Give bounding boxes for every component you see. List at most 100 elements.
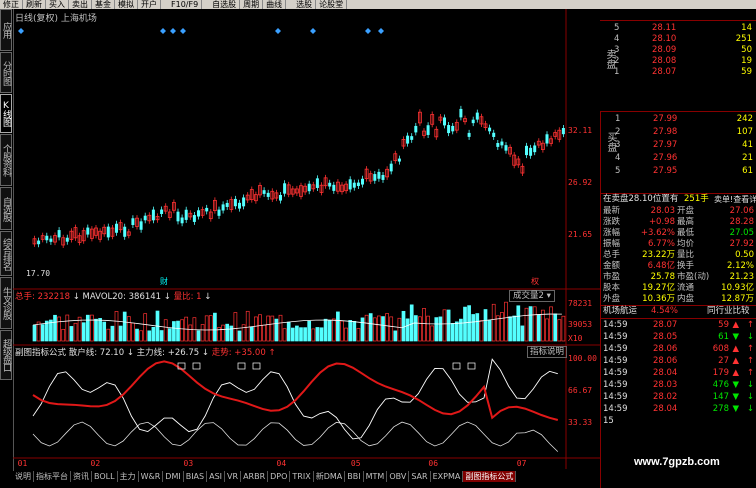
volume-bar [528, 306, 533, 342]
indicator-help-button[interactable]: 指标说明 [527, 346, 568, 358]
chevron-down-icon: ▾ [546, 291, 551, 301]
buy-book-title: 买盘 [605, 132, 616, 152]
toolbar-item-3[interactable]: 卖出 [69, 0, 92, 9]
info-mine-icon[interactable] [170, 28, 176, 34]
indicator-tab-bar: 说明 指标平台 资讯 BOLL 主力 W&R DMI BIAS ASI VR ARBR DPO TRIX… [13, 471, 600, 482]
sell-level[interactable]: 2 28.08 19 [600, 56, 756, 67]
indicator-tab-1[interactable]: 指标平台 [34, 471, 71, 482]
indicator-tab-17[interactable]: SAR [409, 471, 431, 482]
toolbar-item-0[interactable]: 修正 [0, 0, 23, 9]
indicator-tab-13[interactable]: 新DMA [314, 471, 346, 482]
volume-bar [159, 330, 164, 342]
buy-level[interactable]: 1 27.99 242 [601, 114, 756, 125]
sector-compare-link[interactable]: 同行业比较 [707, 306, 750, 317]
toolbar-item-4[interactable]: 基金 [92, 0, 115, 9]
indicator-tab-18[interactable]: EXPMA [431, 471, 464, 482]
candle-down [426, 125, 430, 135]
toolbar-item-5[interactable]: 模拟 [115, 0, 138, 9]
indicator-tab-9[interactable]: VR [225, 471, 242, 482]
tick-price: 28.02 [653, 392, 678, 402]
volume-axis-label-mid: 39053 [568, 320, 593, 329]
indicator-tab-16[interactable]: OBV [387, 471, 410, 482]
left-tab-0[interactable]: 应用 [0, 9, 12, 51]
info-mine-icon[interactable] [160, 28, 166, 34]
candle-down [279, 194, 282, 201]
buy-level[interactable]: 3 27.97 41 [601, 140, 756, 151]
notice-link[interactable]: 卖单!查看详细 [714, 194, 756, 205]
indicator-tab-15[interactable]: MTM [364, 471, 388, 482]
event-marker-quan[interactable]: 权 [531, 276, 539, 287]
info-mine-icon[interactable] [310, 28, 316, 34]
volume-bar [249, 326, 254, 342]
info-mine-icon[interactable] [365, 28, 371, 34]
sell-level[interactable]: 1 28.07 59 [600, 67, 756, 78]
toolbar-item-6[interactable]: 开户 [138, 0, 161, 9]
sell-level[interactable]: 4 28.10 251 [600, 34, 756, 45]
indicator-tab-2[interactable]: 资讯 [71, 471, 92, 482]
buy-level[interactable]: 5 27.95 61 [601, 166, 756, 177]
left-tab-7[interactable]: 超级盘口 [0, 330, 12, 380]
candle-down [143, 215, 147, 221]
sector-row[interactable]: 机场航运 4.54% 同行业比较 [601, 305, 756, 319]
arrow-down-icon: ▼ [732, 404, 739, 414]
volume-bar [106, 328, 111, 342]
event-marker-cai[interactable]: 财 [160, 276, 168, 287]
indicator-tab-14[interactable]: BBI [345, 471, 364, 482]
indicator-tab-11[interactable]: DPO [268, 471, 291, 482]
indicator-tab-6[interactable]: DMI [163, 471, 184, 482]
toolbar-item-15[interactable]: 论股堂 [316, 0, 348, 9]
quote-label-left: 总手 [603, 250, 621, 260]
indicator-sanhu: 散户线: 72.10 [68, 348, 125, 358]
left-tab-6[interactable]: 牛叉诊股 [0, 277, 12, 329]
candle-down [467, 132, 471, 137]
quote-row: 市盈 25.78 市盈(动) 21.23 [601, 272, 756, 283]
indicator-tab-12[interactable]: TRIX [290, 471, 314, 482]
toolbar-item-12[interactable]: 曲线 [263, 0, 287, 9]
info-mine-icon[interactable] [275, 28, 281, 34]
indicator-tab-10[interactable]: ARBR [241, 471, 269, 482]
top-toolbar: 修正 刷新 买入 卖出 基金 模拟 开户 F10/F9 自选股 周期 曲线 选股 论股堂 [0, 0, 756, 9]
toolbar-item-14[interactable]: 选股 [293, 0, 317, 9]
kline-chart[interactable] [13, 9, 600, 471]
volume-bar [290, 327, 295, 342]
candle-down [447, 125, 451, 134]
left-tab-4[interactable]: 自选股 [0, 187, 12, 230]
sell-level[interactable]: 5 28.11 14 [600, 23, 756, 34]
indicator-tab-0[interactable]: 说明 [13, 471, 34, 482]
quote-label-left: 市盈 [603, 272, 621, 282]
candle-down [451, 125, 455, 132]
volume-indicator-dropdown[interactable]: 成交量2 ▾ [509, 290, 555, 302]
toolbar-item-11[interactable]: 周期 [240, 0, 264, 9]
candle-down [307, 183, 311, 192]
indicator-tab-7[interactable]: BIAS [184, 471, 208, 482]
time-label-2: 03 [183, 459, 194, 468]
left-tab-5[interactable]: 综合排名 [0, 231, 12, 276]
toolbar-item-10[interactable]: 自选股 [209, 0, 241, 9]
signal-marker [237, 362, 246, 370]
indicator-tab-5[interactable]: W&R [139, 471, 164, 482]
toolbar-item-8[interactable]: F10/F9 [168, 0, 203, 9]
candle-down [197, 210, 200, 217]
signal-marker [452, 362, 461, 370]
indicator-tab-4[interactable]: 主力 [118, 471, 139, 482]
buy-level[interactable]: 2 27.98 107 [601, 127, 756, 138]
sell-level[interactable]: 3 28.09 50 [600, 45, 756, 56]
left-tab-3[interactable]: 个股资料 [0, 134, 12, 186]
buy-level-volume: 41 [742, 140, 753, 150]
indicator-tab-19[interactable]: 副图指标公式 [463, 471, 517, 482]
candle-down [488, 127, 492, 132]
toolbar-item-1[interactable]: 刷新 [23, 0, 46, 9]
tick-price: 28.05 [653, 332, 678, 342]
arrow-up-icon: ↑ [746, 356, 754, 366]
left-tab-2[interactable]: K线图 [0, 94, 12, 133]
volume-bar [196, 330, 201, 342]
info-mine-icon[interactable] [378, 28, 384, 34]
toolbar-item-2[interactable]: 买入 [46, 0, 69, 9]
indicator-tab-8[interactable]: ASI [207, 471, 226, 482]
info-mine-icon[interactable] [18, 28, 24, 34]
indicator-tab-3[interactable]: BOLL [92, 471, 118, 482]
info-mine-icon[interactable] [180, 28, 186, 34]
buy-level[interactable]: 4 27.96 21 [601, 153, 756, 164]
big-order-notice[interactable]: 在卖盘28.10位置有 251手卖单!查看详细 [601, 193, 756, 205]
left-tab-1[interactable]: 分时图 [0, 52, 12, 93]
